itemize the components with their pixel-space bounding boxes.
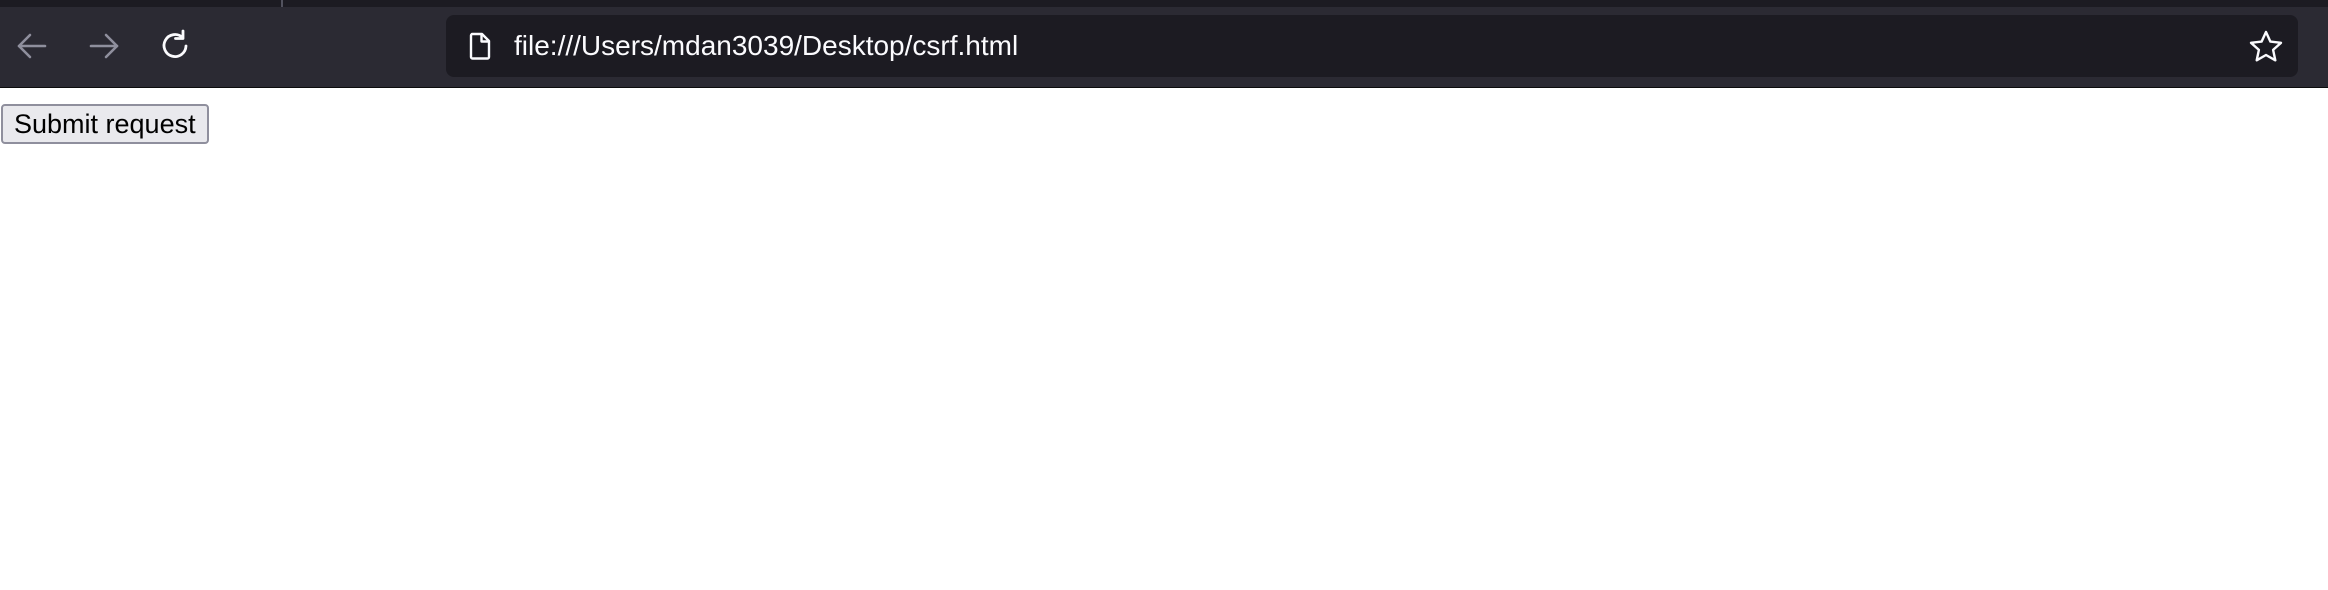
- forward-button[interactable]: [80, 22, 128, 70]
- submit-request-button[interactable]: Submit request: [1, 104, 209, 144]
- reload-icon: [162, 29, 188, 58]
- reload-button[interactable]: [152, 22, 200, 70]
- tab-divider: [281, 0, 283, 7]
- page-icon: [469, 32, 491, 60]
- page-content: Submit request: [0, 88, 2328, 590]
- url-text[interactable]: file:///Users/mdan3039/Desktop/csrf.html: [514, 15, 1018, 77]
- star-icon[interactable]: [2248, 29, 2284, 65]
- arrow-left-icon: [17, 33, 47, 59]
- url-bar[interactable]: file:///Users/mdan3039/Desktop/csrf.html: [446, 15, 2298, 77]
- back-button[interactable]: [8, 22, 56, 70]
- tab-strip: [0, 0, 2328, 7]
- browser-toolbar: file:///Users/mdan3039/Desktop/csrf.html: [0, 0, 2328, 88]
- arrow-right-icon: [89, 33, 119, 59]
